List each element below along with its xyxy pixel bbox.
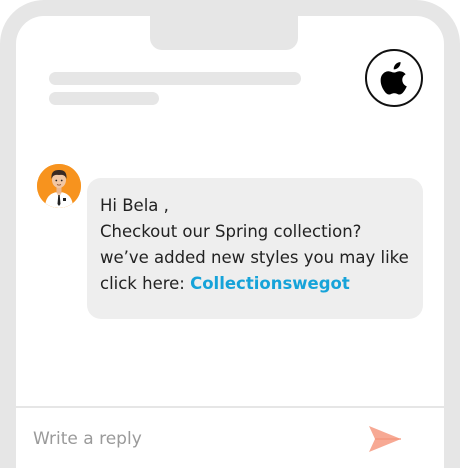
message-line: Checkout our Spring collection? bbox=[100, 222, 362, 241]
message-link-prefix: click here: bbox=[100, 274, 191, 293]
apple-icon-glyph bbox=[380, 62, 407, 95]
placeholder-line-title bbox=[49, 72, 301, 85]
message-bubble: Hi Bela , Checkout our Spring collection… bbox=[87, 178, 423, 319]
phone-notch bbox=[150, 16, 298, 50]
agent-avatar bbox=[37, 164, 81, 208]
message-line: we’ve added new styles you may like bbox=[100, 248, 409, 267]
phone-frame: Hi Bela , Checkout our Spring collection… bbox=[0, 0, 460, 468]
send-button[interactable] bbox=[367, 424, 403, 454]
message-greeting: Hi Bela , bbox=[100, 196, 169, 215]
agent-avatar-illustration bbox=[37, 164, 81, 208]
message-link-line: click here: Collectionswegot bbox=[100, 271, 423, 297]
reply-input[interactable] bbox=[33, 424, 333, 454]
apple-icon bbox=[365, 49, 423, 107]
placeholder-line-subtitle bbox=[49, 92, 159, 105]
reply-composer bbox=[16, 406, 444, 468]
collection-link[interactable]: Collectionswegot bbox=[190, 274, 350, 293]
send-icon bbox=[369, 426, 401, 452]
